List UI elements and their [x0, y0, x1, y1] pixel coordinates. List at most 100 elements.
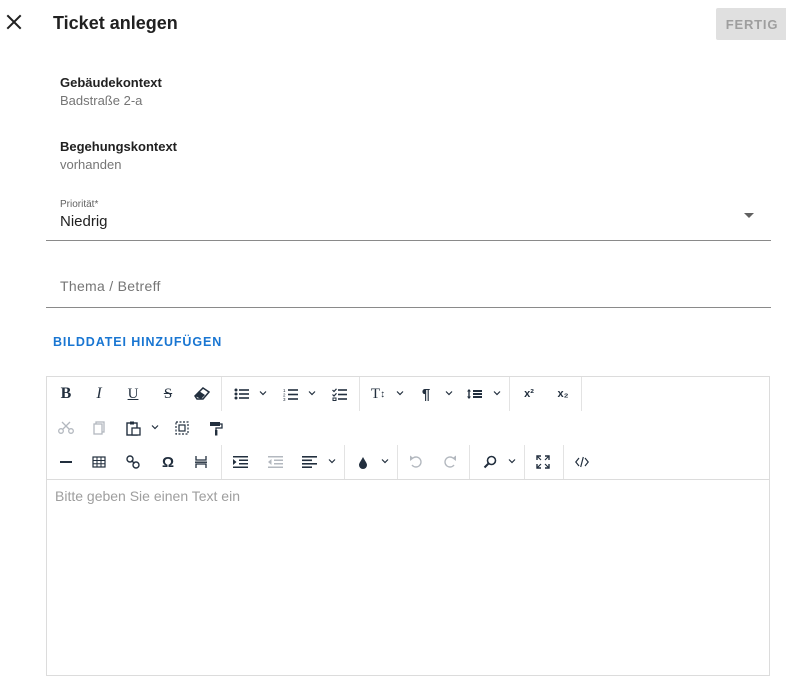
close-icon: [6, 14, 22, 30]
find-replace-button[interactable]: [479, 449, 501, 475]
editor-placeholder: Bitte geben Sie einen Text ein: [55, 488, 240, 504]
table-icon: [92, 456, 106, 468]
page-title: Ticket anlegen: [53, 13, 178, 33]
copy-icon: [93, 421, 105, 435]
font-size-button[interactable]: T ↕: [367, 381, 389, 407]
align-left-icon: [301, 456, 317, 468]
done-button[interactable]: FERTIG: [716, 8, 786, 40]
align-button[interactable]: [298, 449, 320, 475]
scissors-icon: [58, 421, 74, 434]
numbered-list-button[interactable]: 1 2 3: [280, 381, 302, 407]
checklist-icon: [332, 387, 347, 401]
chevron-down-icon[interactable]: [508, 457, 516, 465]
text-color-button[interactable]: [352, 449, 374, 475]
toolbar-row-insert: Ω: [47, 445, 769, 479]
priority-underline: [46, 240, 771, 241]
eraser-icon: [194, 387, 210, 400]
chevron-down-icon[interactable]: [445, 389, 453, 397]
toolbar-separator: [581, 377, 582, 411]
paste-button[interactable]: [122, 415, 144, 441]
paint-roller-icon: [210, 421, 223, 435]
toolbar-separator: [524, 445, 525, 479]
underline-button[interactable]: U: [122, 381, 144, 407]
bold-button[interactable]: B: [55, 381, 77, 407]
italic-button[interactable]: I: [88, 381, 110, 407]
toolbar-separator: [221, 445, 222, 479]
line-height-icon: [467, 389, 482, 399]
table-button[interactable]: [88, 449, 110, 475]
toolbar-separator: [469, 445, 470, 479]
outdent-icon: [267, 456, 283, 468]
bullet-list-button[interactable]: [231, 381, 253, 407]
rich-text-editor: B I U S 1 2 3 T ↕ ¶ x² x₂ Ω Bitte geben …: [46, 376, 770, 676]
indent-button[interactable]: [229, 449, 251, 475]
special-character-button[interactable]: Ω: [157, 449, 179, 475]
superscript-button[interactable]: x²: [517, 381, 541, 407]
toolbar-row-formatting: B I U S 1 2 3 T ↕ ¶ x² x₂: [47, 377, 769, 411]
redo-icon: [444, 455, 456, 468]
dropdown-arrow-icon: [744, 213, 754, 218]
chevron-down-icon[interactable]: [151, 423, 159, 431]
search-icon: [483, 455, 497, 469]
clipboard-icon: [125, 421, 141, 436]
undo-icon: [410, 455, 422, 468]
indent-icon: [232, 456, 248, 468]
copy-button[interactable]: [88, 415, 110, 441]
inspection-context-value: vorhanden: [60, 157, 122, 172]
building-context-label: Gebäudekontext: [60, 75, 162, 90]
checklist-button[interactable]: [329, 381, 351, 407]
chevron-down-icon[interactable]: [493, 389, 501, 397]
cut-button[interactable]: [55, 415, 77, 441]
chevron-down-icon[interactable]: [381, 457, 389, 465]
paragraph-button[interactable]: ¶: [415, 381, 437, 407]
link-icon: [126, 455, 140, 469]
svg-text:3: 3: [283, 397, 286, 401]
chevron-down-icon[interactable]: [396, 389, 404, 397]
font-size-glyph: T: [370, 385, 381, 402]
redo-button[interactable]: [439, 449, 461, 475]
source-code-button[interactable]: [571, 449, 593, 475]
priority-label: Priorität*: [60, 199, 99, 210]
source-code-icon: [575, 456, 589, 468]
chevron-down-icon[interactable]: [328, 457, 336, 465]
editor-toolbar: B I U S 1 2 3 T ↕ ¶ x² x₂ Ω: [47, 377, 769, 480]
horizontal-line-button[interactable]: [55, 449, 77, 475]
numbered-list-icon: 1 2 3: [283, 388, 298, 401]
undo-button[interactable]: [405, 449, 427, 475]
toolbar-separator: [563, 445, 564, 479]
toolbar-separator: [344, 445, 345, 479]
strikethrough-button[interactable]: S: [157, 381, 179, 407]
priority-value: Niedrig: [60, 213, 108, 230]
page-break-button[interactable]: [190, 449, 212, 475]
toolbar-separator: [397, 445, 398, 479]
page-break-icon: [195, 456, 207, 468]
toolbar-row-clipboard: [47, 411, 769, 445]
building-context-value: Badstraße 2-a: [60, 93, 143, 108]
chevron-down-icon[interactable]: [308, 389, 316, 397]
chevron-down-icon[interactable]: [259, 389, 267, 397]
font-size-glyph-small: ↕: [380, 388, 386, 400]
line-height-button[interactable]: [464, 381, 486, 407]
bullet-list-icon: [234, 388, 249, 400]
toolbar-separator: [509, 377, 510, 411]
fullscreen-icon: [536, 455, 550, 469]
horizontal-line-icon: [60, 461, 72, 463]
select-all-icon: [175, 421, 189, 435]
subject-underline: [46, 307, 771, 308]
select-all-button[interactable]: [171, 415, 193, 441]
close-button[interactable]: [4, 12, 26, 34]
link-button[interactable]: [122, 449, 144, 475]
subject-input[interactable]: [46, 268, 771, 304]
add-image-button[interactable]: BILDDATEI HINZUFÜGEN: [53, 335, 222, 349]
inspection-context-label: Begehungskontext: [60, 139, 178, 154]
outdent-button[interactable]: [264, 449, 286, 475]
toolbar-separator: [221, 377, 222, 411]
toolbar-separator: [359, 377, 360, 411]
app-header: Ticket anlegen FERTIG: [0, 0, 786, 48]
subscript-button[interactable]: x₂: [551, 381, 575, 407]
fullscreen-button[interactable]: [532, 449, 554, 475]
format-painter-button[interactable]: [205, 415, 227, 441]
remove-format-button[interactable]: [190, 381, 214, 407]
ink-drop-icon: [359, 457, 367, 469]
editor-content-area[interactable]: [47, 480, 769, 675]
